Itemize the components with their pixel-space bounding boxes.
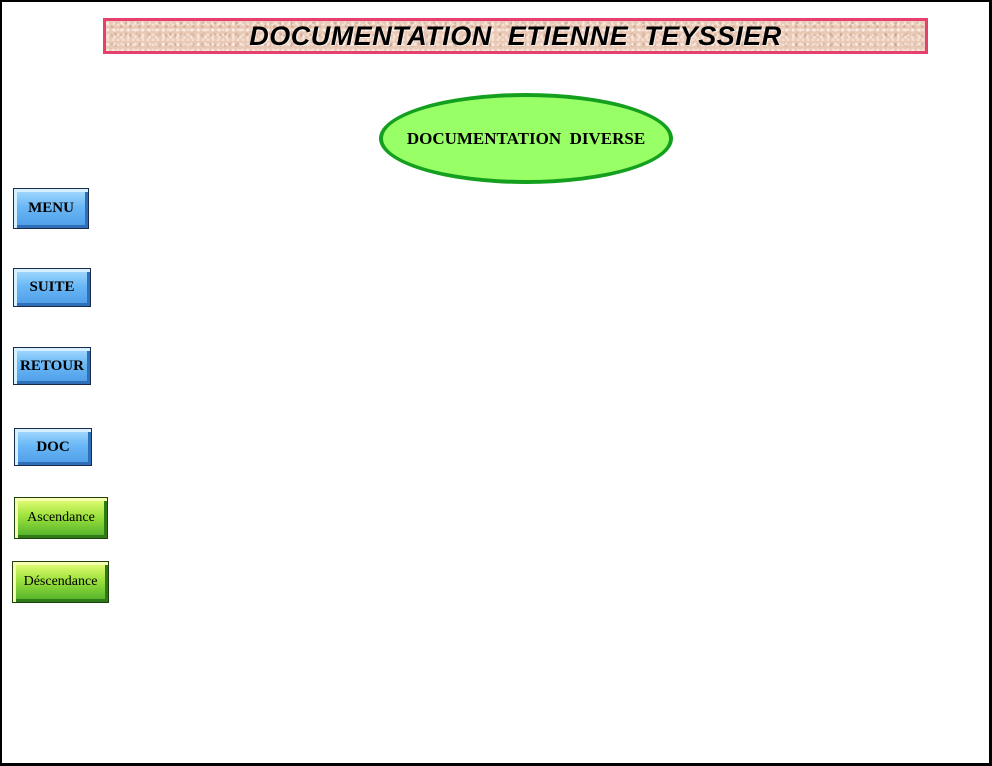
title-banner: DOCUMENTATION ETIENNE TEYSSIER [103,18,928,54]
menu-button[interactable]: MENU [13,188,89,229]
doc-button-label: DOC [36,438,70,455]
doc-button[interactable]: DOC [14,428,92,466]
retour-button-label: RETOUR [20,357,84,374]
retour-button[interactable]: RETOUR [13,347,91,385]
page-title: DOCUMENTATION ETIENNE TEYSSIER [249,20,782,51]
suite-button[interactable]: SUITE [13,268,91,307]
section-oval: DOCUMENTATION DIVERSE [379,93,673,184]
descendance-button[interactable]: Déscendance [12,561,109,603]
suite-button-label: SUITE [29,279,75,295]
section-title: DOCUMENTATION DIVERSE [406,128,646,148]
descendance-button-label: Déscendance [23,574,98,589]
ascendance-button[interactable]: Ascendance [14,497,108,539]
ascendance-button-label: Ascendance [27,510,95,525]
menu-button-label: MENU [28,200,74,216]
